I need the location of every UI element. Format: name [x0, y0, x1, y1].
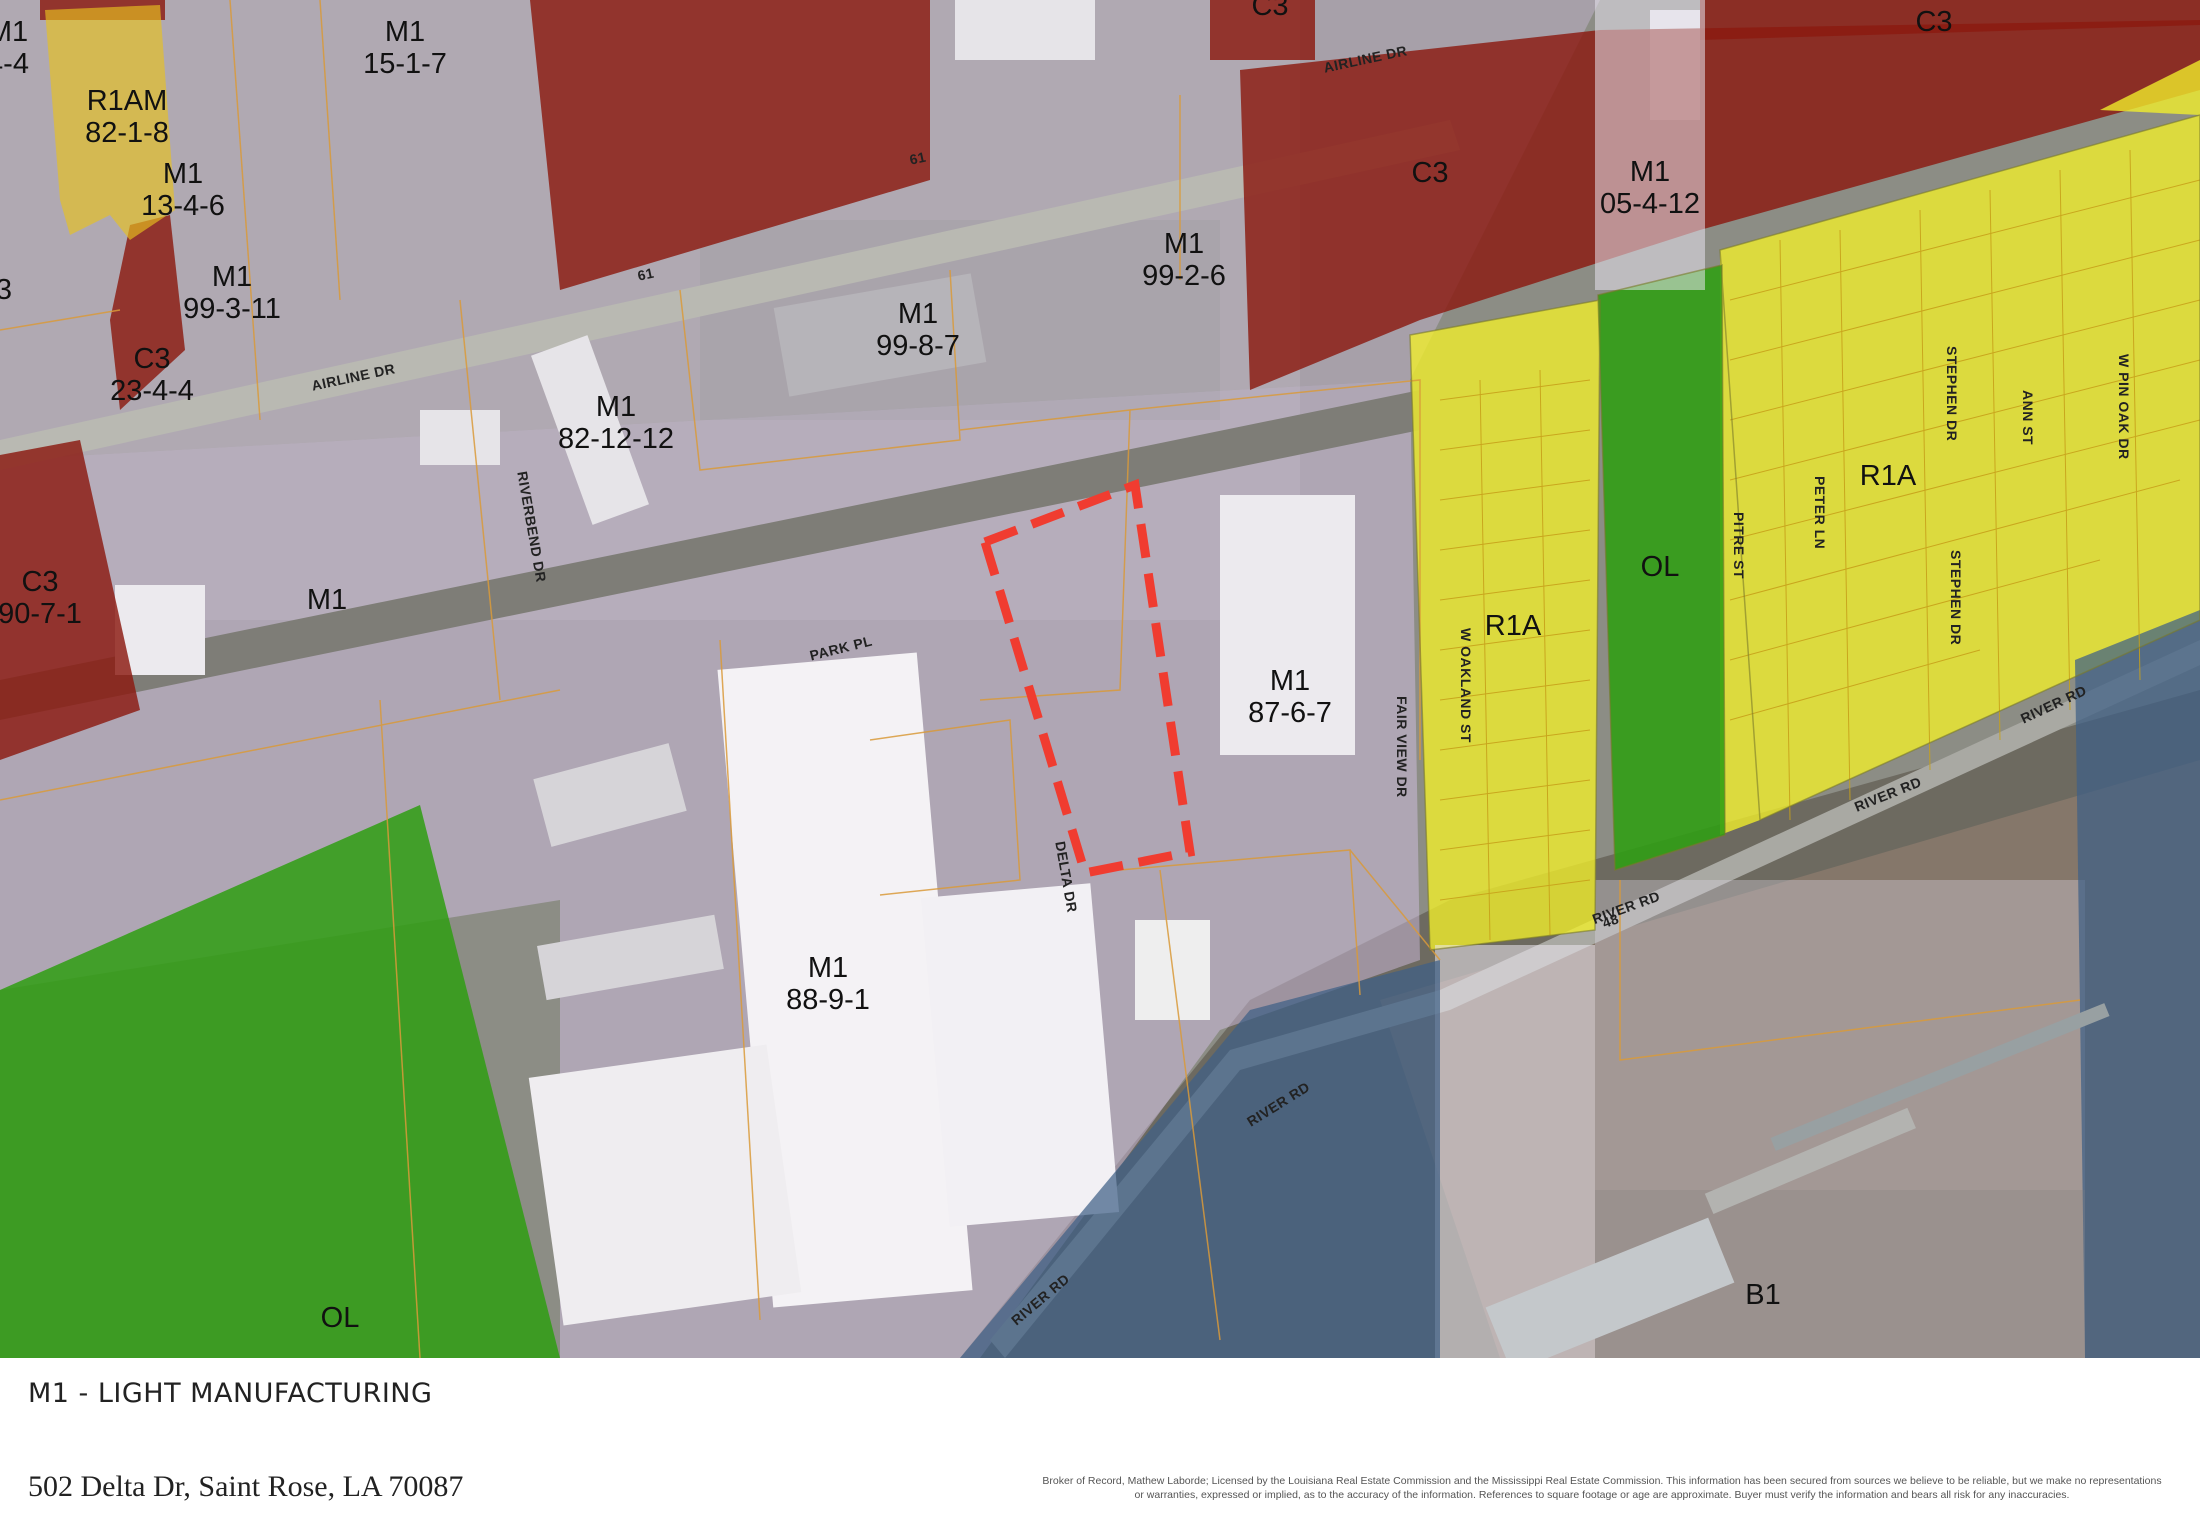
zone-label: C3 90-7-1 — [0, 566, 82, 630]
street-label: W OAKLAND ST — [1458, 628, 1474, 743]
zone-label: M1 13-4-6 — [141, 158, 225, 222]
street-label: ANN ST — [2020, 390, 2036, 446]
zone-label: M1 99-2-6 — [1142, 228, 1226, 292]
warehouse-sw — [528, 1044, 802, 1326]
warehouse-delta — [920, 883, 1120, 1227]
strip-05-4-12 — [1595, 0, 1705, 290]
zone-label: R1A — [1484, 610, 1542, 642]
building-airline — [420, 410, 500, 465]
zone-label: M1 87-6-7 — [1248, 665, 1332, 729]
street-label: STEPHEN DR — [1944, 346, 1960, 442]
zone-label: C3 — [1411, 157, 1449, 189]
street-label: W PIN OAK DR — [2116, 354, 2132, 460]
zone-label: OL — [1640, 551, 1680, 583]
zone-label: M1 82-12-12 — [557, 391, 675, 455]
zoning-map[interactable]: M1 15-1-7 R1AM 82-1-8 M1 13-4-6 M1 99-3-11 C… — [0, 0, 2200, 1358]
street-label: PITRE ST — [1731, 512, 1747, 580]
zoning-caption: M1 - LIGHT MANUFACTURING — [28, 1378, 433, 1409]
zone-label: M1 99-3-11 — [183, 261, 281, 325]
zone-label: M1 — [306, 584, 348, 616]
highway-shield: 61 — [908, 148, 928, 168]
zone-label: C3 — [1251, 0, 1289, 22]
zone-label: 3 — [0, 274, 13, 306]
highway-shield: 61 — [636, 264, 656, 284]
property-address: 502 Delta Dr, Saint Rose, LA 70087 — [28, 1470, 464, 1503]
map-canvas — [0, 0, 2200, 1358]
street-label: FAIR VIEW DR — [1394, 696, 1410, 798]
zone-label: C3 23-4-4 — [110, 343, 194, 407]
zone-label: C3 — [1915, 6, 1953, 38]
zone-label: B1 — [1745, 1279, 1781, 1311]
building-top — [955, 0, 1095, 60]
zone-label: M1 99-8-7 — [876, 298, 960, 362]
zone-label: M1 88-9-1 — [786, 952, 870, 1016]
zone-label: R1A — [1859, 460, 1917, 492]
zone-label: OL — [320, 1302, 360, 1334]
zone-label: M14-4 — [0, 16, 29, 80]
street-label: PETER LN — [1812, 476, 1828, 550]
zone-label: M1 05-4-12 — [1600, 156, 1700, 220]
zone-label: R1AM 82-1-8 — [85, 85, 169, 149]
zone-label: M1 15-1-7 — [363, 16, 447, 80]
street-label: STEPHEN DR — [1948, 550, 1964, 646]
broker-disclaimer: Broker of Record, Mathew Laborde; Licens… — [1042, 1475, 2162, 1501]
zone-b1-east — [2075, 610, 2200, 1358]
